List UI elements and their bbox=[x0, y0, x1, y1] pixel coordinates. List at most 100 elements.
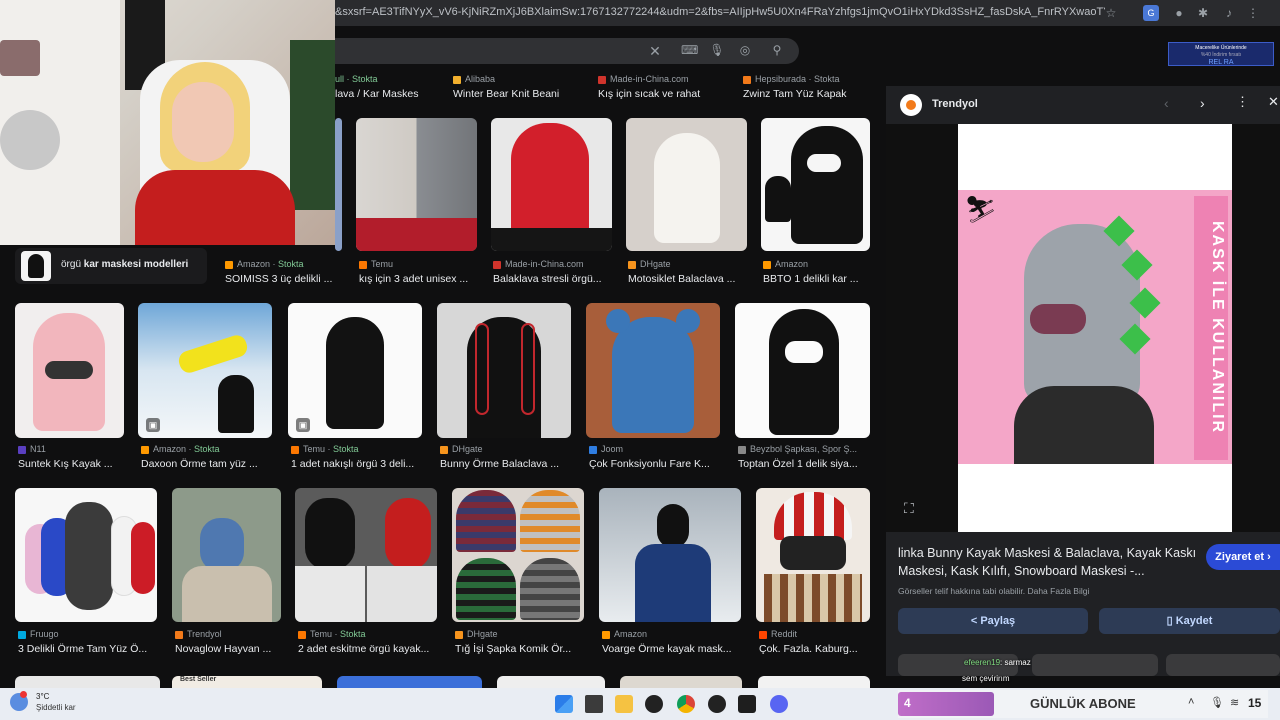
banner-title: Macerelike Ürünlerinde bbox=[1195, 45, 1247, 51]
image-result[interactable] bbox=[295, 488, 437, 622]
more-info-link[interactable]: Daha Fazla Bilgi bbox=[1027, 586, 1089, 596]
image-result[interactable] bbox=[735, 303, 870, 438]
image-result[interactable] bbox=[356, 118, 477, 251]
result-title[interactable]: Daxoon Örme tam yüz ... bbox=[141, 458, 276, 470]
puzzle-icon[interactable]: ✱ bbox=[1195, 5, 1211, 21]
taskview-icon[interactable] bbox=[585, 695, 603, 713]
trendyol-logo-icon bbox=[900, 94, 922, 116]
clear-icon[interactable]: ✕ bbox=[647, 43, 663, 60]
result-title[interactable]: 3 Delikli Örme Tam Yüz Ö... bbox=[18, 643, 158, 655]
hepsiburada-icon bbox=[743, 75, 751, 84]
result-title[interactable]: BBTO 1 delikli kar ... bbox=[763, 273, 870, 285]
translate-icon[interactable]: G bbox=[1143, 5, 1159, 21]
strip-title[interactable]: Winter Bear Knit Beani bbox=[453, 88, 573, 100]
tray-chevron-icon[interactable]: ˄ bbox=[1188, 696, 1194, 708]
more-icon[interactable]: ⋮ bbox=[1236, 94, 1249, 110]
result-title[interactable]: Novaglow Hayvan ... bbox=[175, 643, 285, 655]
star-icon[interactable]: ☆ bbox=[1103, 5, 1119, 21]
image-result[interactable] bbox=[620, 676, 742, 688]
red-mask-shape bbox=[131, 522, 155, 594]
share-button[interactable]: < Paylaş bbox=[898, 608, 1088, 634]
related-card[interactable] bbox=[1032, 654, 1158, 676]
result-title[interactable]: Toptan Özel 1 delik siya... bbox=[738, 458, 870, 470]
result-title[interactable]: kış için 3 adet unisex ... bbox=[359, 273, 479, 285]
url-text[interactable]: &sxsrf=AE3TifNYyX_vV6-KjNiRZmXjJ6BXlaimS… bbox=[335, 6, 1105, 18]
gray-hat-shape bbox=[520, 558, 580, 620]
tshirt-shape bbox=[295, 566, 365, 622]
image-result[interactable] bbox=[15, 488, 157, 622]
mic-tray-icon[interactable]: 🎙 bbox=[1210, 696, 1224, 709]
result-title[interactable]: 2 adet eskitme örgü kayak... bbox=[298, 643, 438, 655]
result-title[interactable]: SOIMISS 3 üç delikli ... bbox=[225, 273, 345, 285]
folder-icon[interactable] bbox=[615, 695, 633, 713]
strip-title[interactable]: Kış için sıcak ve rahat bbox=[598, 88, 723, 100]
result-title[interactable]: Tığ İşi Şapka Komik Ör... bbox=[455, 643, 590, 655]
search-icon[interactable]: ⚲ bbox=[769, 43, 785, 57]
result-title[interactable]: Voarge Örme kayak mask... bbox=[602, 643, 742, 655]
search-bar[interactable]: ✕ ⌨ 🎙 ◎ ⚲ bbox=[335, 38, 799, 64]
image-result[interactable] bbox=[337, 676, 482, 688]
panel-title[interactable]: linka Bunny Kayak Maskesi & Balaclava, K… bbox=[898, 544, 1198, 580]
strip-title[interactable]: Zwinz Tam Yüz Kapak bbox=[743, 88, 863, 100]
menu-icon[interactable]: ⋮ bbox=[1245, 5, 1261, 21]
image-result[interactable] bbox=[599, 488, 741, 622]
related-search-chip[interactable]: örgü kar maskesi modelleri bbox=[15, 248, 207, 284]
image-result[interactable] bbox=[172, 488, 281, 622]
result-title[interactable]: Motosiklet Balaclava ... bbox=[628, 273, 753, 285]
lens-search-icon[interactable]: ⛶ bbox=[904, 500, 914, 517]
visit-button[interactable]: Ziyaret et › bbox=[1206, 544, 1280, 570]
weather-desc[interactable]: Şiddetli kar bbox=[36, 703, 76, 712]
panel-image[interactable]: KASK İLE KULLANILIR ⛷ bbox=[958, 124, 1232, 532]
terminal-icon[interactable] bbox=[738, 695, 756, 713]
ear-right-shape bbox=[521, 323, 535, 415]
mic-icon[interactable]: 🎙 bbox=[709, 43, 725, 57]
strip-source: Alibaba bbox=[453, 74, 495, 84]
image-result[interactable]: Best Seller bbox=[172, 676, 322, 688]
image-result[interactable] bbox=[335, 118, 342, 251]
small-mask-shape bbox=[765, 176, 791, 222]
chrome-icon[interactable] bbox=[677, 695, 695, 713]
image-result[interactable] bbox=[491, 118, 612, 251]
result-title[interactable]: Bunny Örme Balaclava ... bbox=[440, 458, 575, 470]
network-icon[interactable]: ≋ bbox=[1230, 696, 1239, 709]
discord-icon[interactable] bbox=[770, 695, 788, 713]
image-result[interactable]: ▣ bbox=[138, 303, 272, 438]
gray-mask-shape bbox=[65, 502, 113, 610]
image-result[interactable] bbox=[586, 303, 720, 438]
panel-site-name[interactable]: Trendyol bbox=[932, 98, 978, 110]
extension-banner[interactable]: Macerelike Ürünlerinde %40 İndirim fırsa… bbox=[1168, 42, 1274, 66]
result-title[interactable]: Çok. Fazla. Kaburg... bbox=[759, 643, 874, 655]
github-icon[interactable] bbox=[708, 695, 726, 713]
result-title[interactable]: 1 adet nakışlı örgü 3 deli... bbox=[291, 458, 431, 470]
prev-icon[interactable]: ‹ bbox=[1164, 95, 1169, 111]
clock[interactable]: 15 bbox=[1248, 696, 1261, 710]
bell-icon[interactable]: ♪ bbox=[1221, 5, 1237, 21]
result-title[interactable]: Suntek Kış Kayak ... bbox=[18, 458, 128, 470]
image-result[interactable] bbox=[626, 118, 747, 251]
lens-icon[interactable]: ◎ bbox=[737, 43, 753, 57]
image-result[interactable] bbox=[761, 118, 870, 251]
obs-icon[interactable] bbox=[645, 695, 663, 713]
keyboard-icon[interactable]: ⌨ bbox=[681, 43, 698, 57]
result-title[interactable]: Çok Fonksiyonlu Fare K... bbox=[589, 458, 724, 470]
image-result[interactable] bbox=[756, 488, 870, 622]
image-result[interactable] bbox=[452, 488, 584, 622]
mask-opening bbox=[785, 341, 823, 363]
next-icon[interactable]: › bbox=[1200, 95, 1205, 111]
image-result[interactable] bbox=[15, 303, 124, 438]
image-result[interactable] bbox=[437, 303, 571, 438]
image-result[interactable]: ▣ bbox=[288, 303, 422, 438]
weather-temp[interactable]: 3°C bbox=[36, 692, 49, 701]
address-bar[interactable]: &sxsrf=AE3TifNYyX_vV6-KjNiRZmXjJ6BXlaimS… bbox=[335, 0, 1280, 26]
related-card[interactable] bbox=[1166, 654, 1280, 676]
image-result[interactable] bbox=[497, 676, 605, 688]
strip-title[interactable]: lava / Kar Maskes bbox=[335, 88, 435, 100]
close-icon[interactable]: ✕ bbox=[1268, 94, 1279, 110]
image-result[interactable] bbox=[15, 676, 160, 688]
image-result[interactable] bbox=[758, 676, 870, 688]
webcam-sweater bbox=[135, 170, 295, 245]
start-icon[interactable] bbox=[555, 695, 573, 713]
extension-icon[interactable]: ● bbox=[1171, 5, 1187, 21]
result-title[interactable]: Balaklava stresli örgü... bbox=[493, 273, 618, 285]
save-button[interactable]: ▯ Kaydet bbox=[1099, 608, 1280, 634]
